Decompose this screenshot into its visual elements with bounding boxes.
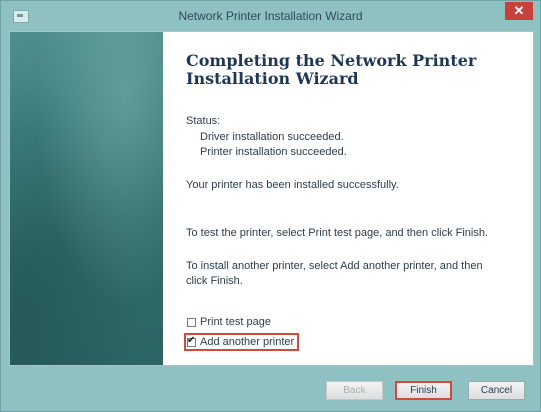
test-instruction: To test the printer, select Print test p… <box>186 227 489 239</box>
page-title: Completing the Network Printer Installat… <box>186 52 516 88</box>
window-title: Network Printer Installation Wizard <box>178 9 363 23</box>
button-bar: Back Finish Cancel <box>9 366 534 406</box>
back-button[interactable]: Back <box>326 381 383 400</box>
print-test-page-label[interactable]: Print test page <box>200 316 271 328</box>
wizard-window: Network Printer Installation Wizard ✕ Co… <box>0 0 541 412</box>
add-another-printer-checkbox[interactable] <box>187 335 196 347</box>
wizard-body: Completing the Network Printer Installat… <box>9 31 534 366</box>
another-instruction: To install another printer, select Add a… <box>186 260 483 287</box>
print-test-page-checkbox[interactable] <box>187 317 196 327</box>
status-driver: Driver installation succeeded. <box>200 131 344 143</box>
page-title-line-1: Completing the Network Printer <box>186 51 477 70</box>
add-another-printer-option[interactable]: Add another printer <box>184 333 300 351</box>
add-another-printer-label[interactable]: Add another printer <box>200 336 294 348</box>
status-printer: Printer installation succeeded. <box>200 146 347 158</box>
status-label: Status: <box>186 115 221 127</box>
installed-message: Your printer has been installed successf… <box>186 179 399 191</box>
close-button[interactable]: ✕ <box>505 2 533 20</box>
wizard-banner-image <box>10 32 163 365</box>
print-test-page-option[interactable]: Print test page <box>186 315 274 329</box>
page-title-line-2: Installation Wizard <box>186 69 359 88</box>
finish-button[interactable]: Finish <box>395 381 452 400</box>
wizard-content: Completing the Network Printer Installat… <box>184 52 516 351</box>
title-bar[interactable]: Network Printer Installation Wizard ✕ <box>1 1 540 31</box>
cancel-button[interactable]: Cancel <box>468 381 525 400</box>
